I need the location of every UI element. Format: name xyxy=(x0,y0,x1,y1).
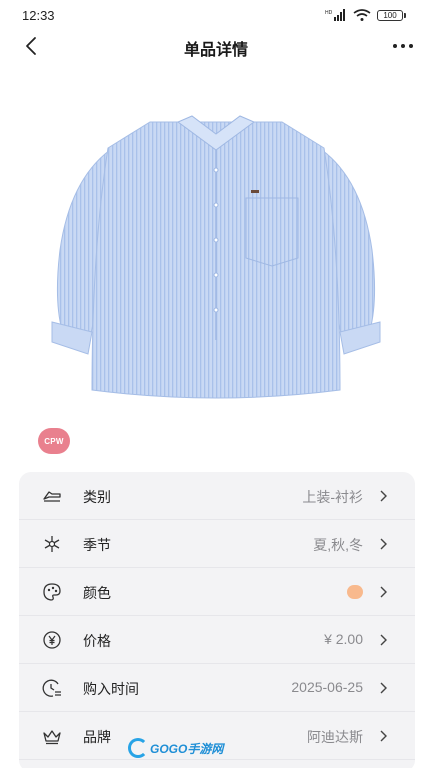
detail-value: 阿迪达斯 xyxy=(307,729,363,745)
detail-value: 2025-06-25 xyxy=(291,679,363,695)
clock-icon xyxy=(42,679,61,697)
signal-icon: HD xyxy=(325,9,345,21)
detail-row-price[interactable]: 价格 ¥ 2.00 xyxy=(19,616,415,664)
detail-row-color[interactable]: 颜色 xyxy=(19,568,415,616)
snowflake-icon xyxy=(44,536,60,552)
watermark-text: GOGO手游网 xyxy=(150,741,224,756)
nav-bar: 单品详情 xyxy=(0,30,432,62)
detail-label: 品牌 xyxy=(83,729,111,745)
crown-icon xyxy=(43,730,61,745)
brand-logo[interactable]: CPW xyxy=(38,428,70,454)
chevron-right-icon xyxy=(380,490,387,502)
detail-row-category[interactable]: 类别 上装-衬衫 xyxy=(19,472,415,520)
watermark: GOGO手游网 xyxy=(128,738,223,758)
detail-label: 季节 xyxy=(83,537,111,553)
chevron-right-icon xyxy=(380,682,387,694)
more-options-button[interactable] xyxy=(388,32,418,60)
chevron-right-icon xyxy=(380,634,387,646)
watermark-logo-icon xyxy=(128,738,148,758)
status-bar: 12:33 HD 100 xyxy=(0,0,432,30)
battery-icon: 100 xyxy=(377,9,406,21)
status-time: 12:33 xyxy=(22,8,55,23)
detail-row-purchase-date[interactable]: 购入时间 2025-06-25 xyxy=(19,664,415,712)
wifi-icon xyxy=(353,9,371,21)
detail-value: ¥ 2.00 xyxy=(324,631,363,647)
network-label: HD xyxy=(325,10,333,16)
palette-icon xyxy=(43,583,61,601)
battery-level: 100 xyxy=(377,9,403,21)
detail-row-season[interactable]: 季节 夏,秋,冬 xyxy=(19,520,415,568)
detail-label: 购入时间 xyxy=(83,681,139,697)
yen-icon xyxy=(43,631,61,649)
product-image xyxy=(51,115,381,399)
detail-label: 颜色 xyxy=(83,585,111,601)
detail-value: 上装-衬衫 xyxy=(302,489,363,505)
status-icons: HD 100 xyxy=(325,9,406,21)
clothing-icon xyxy=(43,491,61,502)
detail-label: 价格 xyxy=(83,633,111,649)
color-swatch xyxy=(347,585,363,599)
detail-card: 类别 上装-衬衫 季节 夏,秋,冬 颜色 价格 ¥ 2.00 购入时间 2025… xyxy=(19,472,415,768)
page-title: 单品详情 xyxy=(183,42,248,59)
chevron-right-icon xyxy=(380,730,387,742)
chevron-right-icon xyxy=(380,538,387,550)
detail-label: 类别 xyxy=(83,489,111,505)
chevron-right-icon xyxy=(380,586,387,598)
detail-value: 夏,秋,冬 xyxy=(313,537,363,553)
